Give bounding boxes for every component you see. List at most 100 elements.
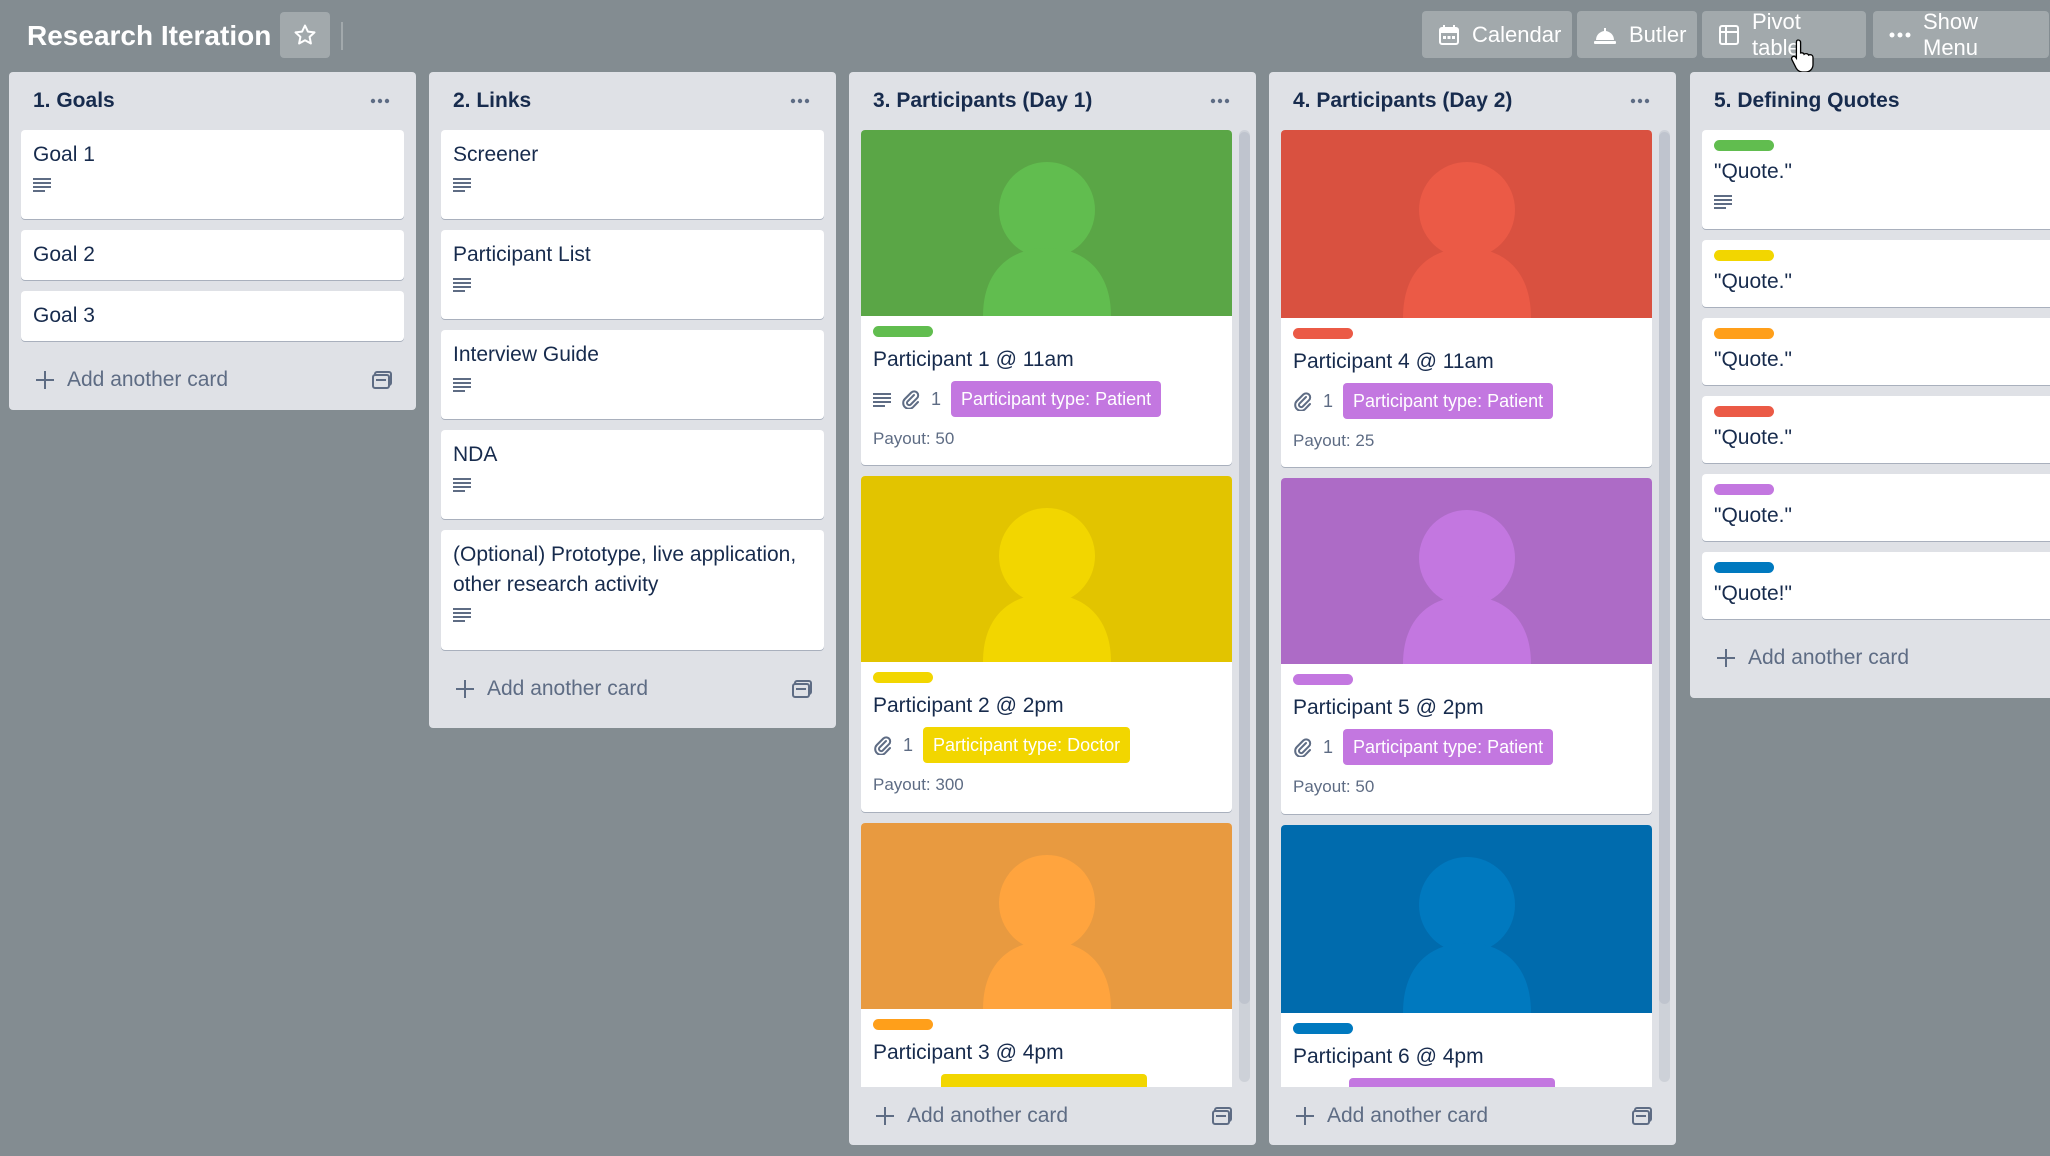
person-avatar-icon — [982, 508, 1111, 662]
card-participant-list[interactable]: Participant List — [441, 230, 824, 319]
card-goal-2[interactable]: Goal 2 — [21, 230, 404, 280]
add-card-button[interactable]: Add another card — [9, 352, 416, 408]
card-quote-6[interactable]: "Quote!" — [1702, 552, 2050, 619]
label-yellow[interactable] — [873, 672, 933, 683]
list-title[interactable]: 4. Participants (Day 2) — [1293, 89, 1512, 113]
more-icon — [1889, 32, 1911, 37]
label-yellow[interactable] — [1714, 250, 1774, 261]
card-goal-3[interactable]: Goal 3 — [21, 291, 404, 341]
participant-type-label[interactable]: Participant type: Patient — [951, 381, 1162, 417]
template-icon[interactable] — [1212, 1107, 1232, 1125]
list-goals: 1. Goals Goal 1 Goal 2 Goal 3 Add anothe… — [9, 72, 416, 410]
add-card-button[interactable]: Add another card — [1690, 630, 2050, 686]
card-cover — [861, 823, 1232, 1009]
card-interview-guide[interactable]: Interview Guide — [441, 330, 824, 419]
butler-icon — [1594, 27, 1616, 44]
card-cover — [1281, 478, 1652, 664]
card-optional-prototype[interactable]: (Optional) Prototype, live application, … — [441, 530, 824, 650]
label-blue[interactable] — [1293, 1023, 1353, 1034]
card-quote-5[interactable]: "Quote." — [1702, 474, 2050, 541]
card-title: Participant 2 @ 2pm — [873, 694, 1064, 717]
card-participant-4[interactable]: Participant 4 @ 11am 1 Participant type:… — [1281, 130, 1652, 467]
card-participant-3[interactable]: Participant 3 @ 4pm — [861, 823, 1232, 1087]
participant-type-label[interactable] — [941, 1074, 1147, 1087]
participant-type-label[interactable]: Participant type: Doctor — [923, 727, 1131, 763]
description-icon — [873, 393, 891, 407]
label-blue[interactable] — [1714, 562, 1774, 573]
pivot-table-icon — [1719, 24, 1739, 45]
more-icon — [1630, 98, 1650, 104]
label-orange[interactable] — [1714, 328, 1774, 339]
list-menu-button[interactable] — [368, 89, 392, 113]
list-title[interactable]: 5. Defining Quotes — [1714, 89, 1900, 113]
card-title: Participant 6 @ 4pm — [1293, 1045, 1484, 1068]
card-title: Goal 2 — [33, 243, 95, 266]
list-header: 1. Goals — [9, 72, 416, 130]
list-title[interactable]: 1. Goals — [33, 89, 115, 113]
scrollbar-thumb[interactable] — [1659, 132, 1670, 1004]
plus-icon — [456, 680, 474, 698]
list-menu-button[interactable] — [1208, 89, 1232, 113]
label-red[interactable] — [1714, 406, 1774, 417]
list-header: 3. Participants (Day 1) — [849, 72, 1256, 130]
butler-label: Butler — [1629, 21, 1687, 47]
star-icon — [294, 24, 316, 45]
card-screener[interactable]: Screener — [441, 130, 824, 219]
add-card-button[interactable]: Add another card — [849, 1087, 1256, 1145]
label-purple[interactable] — [1714, 484, 1774, 495]
card-nda[interactable]: NDA — [441, 430, 824, 519]
card-quote-4[interactable]: "Quote." — [1702, 396, 2050, 463]
attachment-icon — [1294, 738, 1312, 757]
card-title: Screener — [453, 143, 539, 166]
butler-button[interactable]: Butler — [1577, 11, 1697, 58]
list-title[interactable]: 2. Links — [453, 89, 531, 113]
card-quote-3[interactable]: "Quote." — [1702, 318, 2050, 385]
person-avatar-icon — [1402, 510, 1531, 664]
board-title[interactable]: Research Iteration — [27, 16, 271, 56]
person-avatar-icon — [982, 162, 1111, 316]
label-orange[interactable] — [873, 1019, 933, 1030]
card-goal-1[interactable]: Goal 1 — [21, 130, 404, 219]
list-header: 4. Participants (Day 2) — [1269, 72, 1676, 130]
description-icon — [453, 378, 471, 392]
template-icon[interactable] — [1632, 1107, 1652, 1125]
list-defining-quotes: 5. Defining Quotes "Quote." "Quote." "Qu… — [1690, 72, 2050, 698]
payout-field: Payout: 25 — [1293, 431, 1375, 450]
attachment-icon — [874, 736, 892, 755]
card-title: Goal 3 — [33, 304, 95, 327]
list-menu-button[interactable] — [788, 89, 812, 113]
card-scroll-area[interactable]: Participant 1 @ 11am 1 Participant type:… — [849, 130, 1256, 1087]
label-red[interactable] — [1293, 328, 1353, 339]
person-avatar-icon — [1402, 162, 1531, 318]
scrollbar-thumb[interactable] — [1239, 132, 1250, 1004]
template-icon[interactable] — [372, 371, 392, 389]
card-scroll-area[interactable]: Participant 4 @ 11am 1 Participant type:… — [1269, 130, 1676, 1087]
participant-type-label[interactable]: Participant type: Patient — [1343, 383, 1554, 419]
card-quote-1[interactable]: "Quote." — [1702, 130, 2050, 229]
card-participant-6[interactable]: Participant 6 @ 4pm — [1281, 825, 1652, 1087]
list-menu-button[interactable] — [1628, 89, 1652, 113]
add-card-button[interactable]: Add another card — [1269, 1087, 1676, 1145]
participant-type-label[interactable] — [1349, 1078, 1555, 1087]
add-card-button[interactable]: Add another card — [429, 661, 836, 717]
show-menu-label: Show Menu — [1923, 8, 1979, 60]
label-green[interactable] — [873, 326, 933, 337]
calendar-button[interactable]: Calendar — [1422, 11, 1572, 58]
card-participant-2[interactable]: Participant 2 @ 2pm 1 Participant type: … — [861, 476, 1232, 812]
template-icon[interactable] — [792, 680, 812, 698]
card-participant-1[interactable]: Participant 1 @ 11am 1 Participant type:… — [861, 130, 1232, 465]
label-purple[interactable] — [1293, 674, 1353, 685]
add-card-label: Add another card — [1327, 1104, 1489, 1127]
card-quote-2[interactable]: "Quote." — [1702, 240, 2050, 307]
payout-field: Payout: 50 — [873, 429, 955, 448]
person-avatar-icon — [982, 855, 1111, 1009]
label-green[interactable] — [1714, 140, 1774, 151]
show-menu-button[interactable]: Show Menu — [1873, 8, 2049, 60]
participant-type-label[interactable]: Participant type: Patient — [1343, 729, 1554, 765]
star-button[interactable] — [280, 12, 330, 58]
card-cover — [1281, 130, 1652, 318]
card-participant-5[interactable]: Participant 5 @ 2pm 1 Participant type: … — [1281, 478, 1652, 814]
list-title[interactable]: 3. Participants (Day 1) — [873, 89, 1092, 113]
calendar-icon — [1439, 24, 1459, 45]
pivot-table-button[interactable]: Pivot table — [1702, 9, 1866, 60]
